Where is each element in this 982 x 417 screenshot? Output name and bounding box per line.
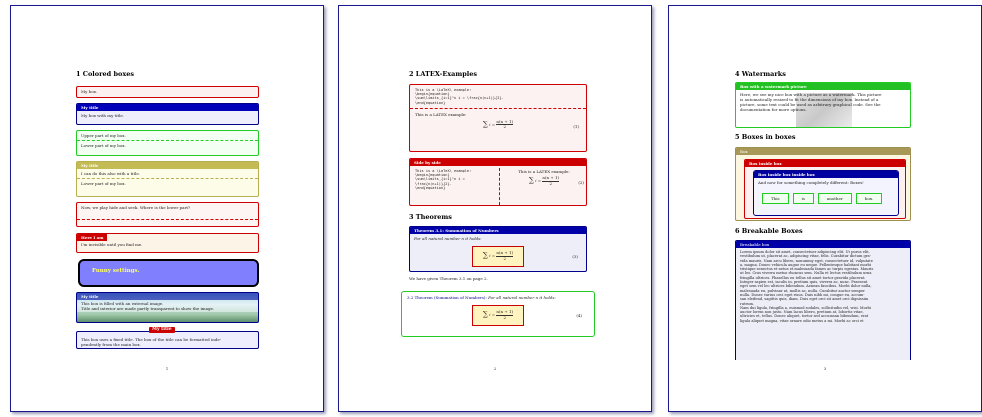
page-3: 4 Watermarks Box with a watermark pictur… xyxy=(668,5,982,412)
watermark-title: Box with a watermark picture xyxy=(736,83,910,90)
section-heading-colored-boxes: 1 Colored boxes xyxy=(76,70,135,78)
theorem2-head: 3.2 Theorem (Summation of Numbers): xyxy=(407,295,487,300)
inner2-box: Box inside box inside box And now for so… xyxy=(753,170,899,216)
theorem-reference: We have given Theorem 3.1 on page 2. xyxy=(409,276,488,281)
page-number: 1 xyxy=(165,366,169,371)
equation-lhs: i = xyxy=(489,253,496,258)
side-output: This is a LATEX example: ∑ i = n(n + 1) 2… xyxy=(504,169,584,186)
theorem-text: For all natural number n it holds: xyxy=(414,236,482,241)
titled-split-box-title: My title xyxy=(77,162,258,169)
theorem-equation: ∑ i = n(n + 1) 2 xyxy=(472,246,524,267)
found-box: Here I am I'm invisible until you find m… xyxy=(76,233,259,253)
section-heading-latex-examples: 2 LATEX-Examples xyxy=(409,70,478,78)
equation-fraction: n(n + 1) 2 xyxy=(496,119,514,130)
titled-box: My title My box with my title. xyxy=(76,103,259,125)
fixed-title-label: My title xyxy=(149,327,175,333)
found-box-text: I'm invisible until you find me. xyxy=(81,242,143,247)
section-heading-breakable-boxes: 6 Breakable Boxes xyxy=(735,227,803,235)
code-line: \end{equation} xyxy=(415,100,446,105)
hidden-divider xyxy=(77,219,258,220)
side-divider xyxy=(499,168,500,205)
equation-lhs: i = xyxy=(489,121,496,127)
titled-split-box: My title I can do this also with a title… xyxy=(76,161,259,197)
lorem-line: ligula aliquet magna, vitae ornare odio … xyxy=(740,318,864,323)
found-box-title: Here I am xyxy=(77,234,108,241)
page-2: 2 LATEX-Examples This is a \LaTeX\ examp… xyxy=(338,5,652,412)
titled-split-box-upper: I can do this also with a title. xyxy=(81,171,140,176)
breakable-box-title: Breakable box xyxy=(736,241,910,248)
word-box: box. xyxy=(855,193,883,204)
section-heading-boxes-in-boxes: 5 Boxes in boxes xyxy=(735,133,796,141)
theorem2-equation: ∑ i = n(n + 1) 2 xyxy=(472,305,524,326)
fixed-title-box: My title This box uses a fixed title. Th… xyxy=(76,327,259,349)
side-code-block: This is a \LaTeX\ example: \begin{equati… xyxy=(415,169,495,190)
equation-fraction: n(n + 1) 2 xyxy=(542,175,560,186)
page-number: 2 xyxy=(493,366,497,371)
inner2-box-text: And now for something completely differe… xyxy=(758,180,864,185)
side-by-side-title: Side by side xyxy=(410,159,586,166)
breakable-box: Breakable box Lorem ipsum dolor sit amet… xyxy=(735,240,911,360)
inner-box-title: Box inside box xyxy=(745,160,905,167)
inner-box: Box inside box Box inside box inside box… xyxy=(744,159,906,219)
theorem-title: Theorem 3.1: Summation of Numbers xyxy=(410,227,586,234)
fraction-denominator: 2 xyxy=(549,180,552,186)
word-boxes: This is another box. xyxy=(762,193,883,204)
equation-fraction: n(n + 1) 2 xyxy=(496,250,514,261)
funny-settings-text: Funny settings. xyxy=(92,268,140,274)
theorem-green-box: 3.2 Theorem (Summation of Numbers): For … xyxy=(401,291,595,337)
fixed-title-text-2: pendently from the main box. xyxy=(81,342,141,347)
equation-number: (1) xyxy=(573,123,579,129)
latex-output: This is a LATEX example: ∑ i = n(n + 1) 2… xyxy=(410,107,586,133)
side-by-side-box: Side by side This is a \LaTeX\ example: … xyxy=(409,158,587,206)
section-heading-theorems: 3 Theorems xyxy=(409,213,452,221)
latex-code-block: This is a \LaTeX\ example: \begin{equati… xyxy=(410,85,586,108)
word-box: is xyxy=(792,193,814,204)
side-equation: ∑ i = n(n + 1) 2 (2) xyxy=(528,175,584,186)
page-number: 3 xyxy=(823,366,827,371)
split-box: Upper part of my box. Lower part of my b… xyxy=(76,130,259,156)
titled-box-title: My title xyxy=(77,104,258,111)
theorem2-text: For all natural number n it holds: xyxy=(488,295,556,300)
outer-box: Box Box inside box Box inside box inside… xyxy=(735,147,911,221)
watermark-box: Box with a watermark picture Here, we se… xyxy=(735,82,911,128)
my-box-text: My box. xyxy=(81,89,98,94)
fraction-denominator: 2 xyxy=(503,255,506,261)
code-line: \end{equation} xyxy=(415,185,446,190)
funny-settings-box: Funny settings. xyxy=(78,259,259,287)
equation-lhs: i = xyxy=(489,312,496,317)
latex-output-text: This is a LATEX example: xyxy=(415,111,467,117)
side-output-text: This is a LATEX example: xyxy=(518,169,570,174)
image-box-title: My title xyxy=(77,293,258,300)
word-box: This xyxy=(762,193,789,204)
equation-number: (4) xyxy=(576,313,582,318)
section-heading-watermarks: 4 Watermarks xyxy=(735,70,786,78)
image-box-text-2: Title and interior are made partly trans… xyxy=(81,306,215,311)
image-box: My title This box is filled with an exte… xyxy=(76,292,259,323)
equation-number: (3) xyxy=(572,254,578,259)
equation-number: (2) xyxy=(578,180,584,185)
my-box: My box. xyxy=(76,86,259,98)
latex-example-box: This is a \LaTeX\ example: \begin{equati… xyxy=(409,84,587,152)
hide-seek-box: Now, we play hide and seek. Where is the… xyxy=(76,202,259,227)
page-1: 1 Colored boxes My box. My title My box … xyxy=(10,5,324,412)
titled-box-text: My box with my title. xyxy=(81,113,125,118)
outer-box-title: Box xyxy=(736,148,910,155)
equation: ∑ i = n(n + 1) 2 (1) xyxy=(482,118,579,130)
breakable-box-body: Lorem ipsum dolor sit amet, consectetuer… xyxy=(736,248,910,325)
equation-fraction: n(n + 1) 2 xyxy=(496,309,514,320)
inner2-box-title: Box inside box inside box xyxy=(754,171,898,178)
titled-split-box-lower: Lower part of my box. xyxy=(77,178,258,188)
theorem-box: Theorem 3.1: Summation of Numbers For al… xyxy=(409,226,587,272)
word-box: another xyxy=(817,193,852,204)
fraction-denominator: 2 xyxy=(503,124,506,130)
split-box-lower: Lower part of my box. xyxy=(77,140,258,150)
watermark-text-line: documentation for more options. xyxy=(740,107,807,112)
fraction-denominator: 2 xyxy=(503,314,506,320)
hide-seek-text: Now, we play hide and seek. Where is the… xyxy=(81,205,191,210)
equation-lhs: i = xyxy=(535,178,542,183)
split-box-upper: Upper part of my box. xyxy=(81,133,126,138)
